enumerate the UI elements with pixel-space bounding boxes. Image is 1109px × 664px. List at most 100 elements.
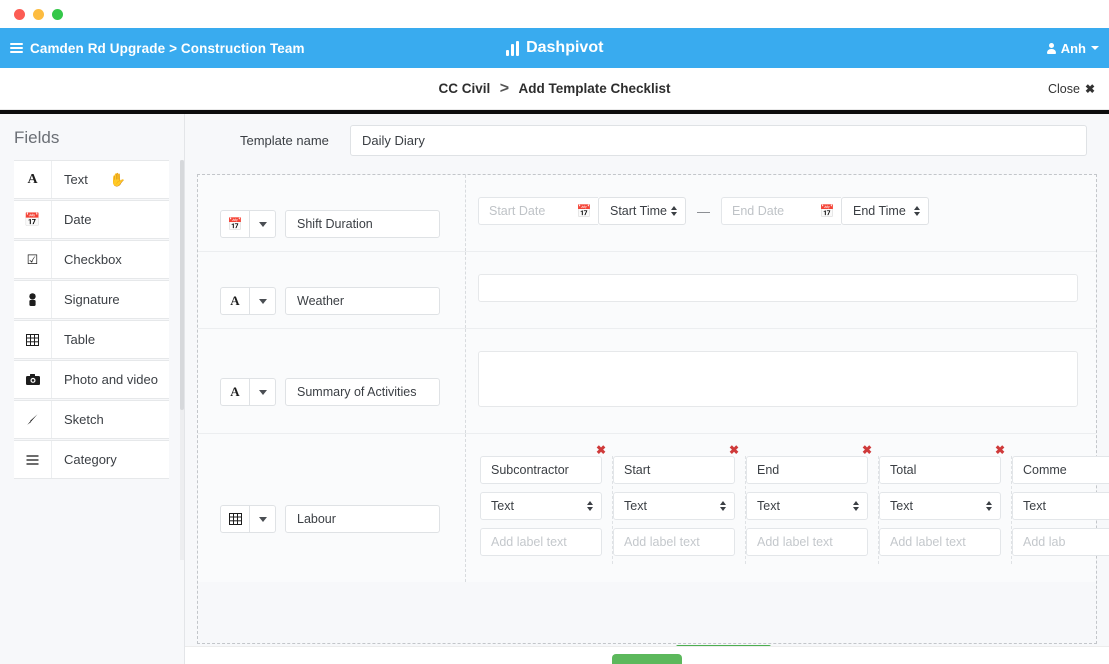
sidebar-item-photo-and-video[interactable]: Photo and video: [14, 360, 169, 399]
sidebar-item-checkbox[interactable]: ☑ Checkbox: [14, 240, 169, 279]
column-header-input[interactable]: Start: [613, 456, 735, 484]
hamburger-menu-icon[interactable]: [10, 40, 23, 55]
field-type-selector[interactable]: 📅: [220, 210, 276, 238]
start-time-select[interactable]: Start Time: [598, 197, 686, 225]
start-date-calendar-icon[interactable]: 📅: [570, 197, 598, 225]
field-name-input[interactable]: Labour: [285, 505, 440, 533]
form-row-controls: 📅 Shift Duration: [198, 175, 466, 251]
column-label-input[interactable]: Add label text: [480, 528, 602, 556]
range-separator: —: [697, 203, 710, 219]
column-type-value: Text: [1023, 499, 1046, 513]
remove-column-x-icon[interactable]: ✖: [729, 444, 739, 456]
page-body: Fields A Text ✋ 📅 Date ☑ Checkbox Signat…: [0, 114, 1109, 664]
sidebar-item-text[interactable]: A Text ✋: [14, 160, 169, 199]
column-label-input[interactable]: Add lab: [1012, 528, 1109, 556]
window-close-button[interactable]: [14, 8, 25, 20]
updown-spinner-icon: [587, 501, 593, 511]
chevron-down-icon[interactable]: [250, 505, 276, 533]
table-grid-icon[interactable]: [220, 505, 250, 533]
field-name-input[interactable]: Shift Duration: [285, 210, 440, 238]
column-header-input[interactable]: Total: [879, 456, 1001, 484]
form-row-weather: A Weather: [198, 252, 1096, 329]
user-name-label: Anh: [1060, 40, 1086, 56]
weather-text-input[interactable]: [478, 274, 1078, 302]
column-header-input[interactable]: End: [746, 456, 868, 484]
person-icon: [1046, 42, 1056, 54]
project-breadcrumb[interactable]: Camden Rd Upgrade > Construction Team: [30, 41, 305, 56]
remove-column-x-icon[interactable]: ✖: [862, 444, 872, 456]
column-type-select[interactable]: Text: [879, 492, 1001, 520]
start-date-input[interactable]: Start Date: [478, 197, 570, 225]
field-type-selector[interactable]: A: [220, 378, 276, 406]
sidebar-item-sketch[interactable]: Sketch: [14, 400, 169, 439]
column-type-value: Text: [757, 499, 780, 513]
table-column: ✖ Total Text Add label text: [879, 444, 1012, 564]
chevron-down-icon[interactable]: [250, 287, 276, 315]
save-button[interactable]: Save: [612, 654, 682, 664]
column-header-input[interactable]: Subcontractor: [480, 456, 602, 484]
field-name-input[interactable]: Summary of Activities: [285, 378, 440, 406]
sidebar-item-label: Signature: [64, 292, 120, 307]
end-date-calendar-icon[interactable]: 📅: [813, 197, 841, 225]
end-time-select[interactable]: End Time: [841, 197, 929, 225]
column-type-value: Text: [624, 499, 647, 513]
updown-spinner-icon: [986, 501, 992, 511]
sidebar-item-date[interactable]: 📅 Date: [14, 200, 169, 239]
calendar-icon: 📅: [14, 201, 52, 238]
form-row-controls: A Summary of Activities: [198, 329, 466, 433]
column-label-input[interactable]: Add label text: [613, 528, 735, 556]
sidebar-item-table[interactable]: Table: [14, 320, 169, 359]
template-editor: Template name Daily Diary 📅 Shift Durati…: [185, 114, 1109, 664]
breadcrumb-org[interactable]: CC Civil: [438, 81, 490, 96]
end-time-value: End Time: [853, 204, 906, 218]
remove-column-x-icon[interactable]: ✖: [596, 444, 606, 456]
sidebar-item-category[interactable]: Category: [14, 440, 169, 479]
sidebar-scrollbar-track[interactable]: [180, 160, 184, 560]
sidebar-item-signature[interactable]: Signature: [14, 280, 169, 319]
project-breadcrumb-group[interactable]: Camden Rd Upgrade > Construction Team: [0, 40, 305, 56]
column-label-input[interactable]: Add label text: [746, 528, 868, 556]
chevron-down-icon[interactable]: [250, 378, 276, 406]
column-label-input[interactable]: Add label text: [879, 528, 1001, 556]
form-builder-canvas: 📅 Shift Duration Start Date 📅 Start Time…: [197, 174, 1109, 652]
summary-textarea[interactable]: [478, 351, 1078, 407]
field-type-selector[interactable]: [220, 505, 276, 533]
text-A-icon[interactable]: A: [220, 378, 250, 406]
window-zoom-button[interactable]: [52, 8, 63, 20]
column-type-select[interactable]: Text: [1012, 492, 1109, 520]
sidebar-item-label: Table: [64, 332, 96, 347]
calendar-icon[interactable]: 📅: [220, 210, 250, 238]
form-row-preview: [466, 252, 1096, 320]
start-time-value: Start Time: [610, 204, 667, 218]
window-titlebar: [0, 0, 1109, 28]
text-A-icon[interactable]: A: [220, 287, 250, 315]
form-row-labour: Labour ✖ Subcontractor Text Add label te…: [198, 434, 1109, 652]
chevron-down-icon[interactable]: [250, 210, 276, 238]
column-type-select[interactable]: Text: [613, 492, 735, 520]
form-row-preview: Start Date 📅 Start Time — End Date 📅 End…: [466, 175, 1096, 243]
column-header-input[interactable]: Comme: [1012, 456, 1109, 484]
updown-spinner-icon: [914, 206, 920, 216]
field-type-selector[interactable]: A: [220, 287, 276, 315]
end-date-input[interactable]: End Date: [721, 197, 813, 225]
remove-column-x-icon[interactable]: ✖: [995, 444, 1005, 456]
user-menu[interactable]: Anh: [1046, 40, 1109, 56]
field-name-input[interactable]: Weather: [285, 287, 440, 315]
brand-name: Dashpivot: [526, 39, 604, 56]
sidebar-scrollbar-thumb[interactable]: [180, 160, 184, 410]
table-column: ✖ End Text Add label text: [746, 444, 879, 564]
sidebar-item-label: Category: [64, 452, 117, 467]
signature-person-icon: [14, 281, 52, 318]
column-type-select[interactable]: Text: [746, 492, 868, 520]
updown-spinner-icon: [853, 501, 859, 511]
window-minimize-button[interactable]: [33, 8, 44, 20]
template-name-input[interactable]: Daily Diary: [350, 124, 1087, 156]
sidebar-item-label: Sketch: [64, 412, 104, 427]
column-type-value: Text: [491, 499, 514, 513]
app-header: Camden Rd Upgrade > Construction Team Da…: [0, 28, 1109, 68]
page-subheader: CC Civil > Add Template Checklist Close …: [0, 68, 1109, 110]
close-button[interactable]: Close ✖: [1048, 82, 1095, 96]
column-type-select[interactable]: Text: [480, 492, 602, 520]
page-title: Add Template Checklist: [518, 80, 671, 96]
form-row-summary-of-activities: A Summary of Activities: [198, 329, 1096, 434]
